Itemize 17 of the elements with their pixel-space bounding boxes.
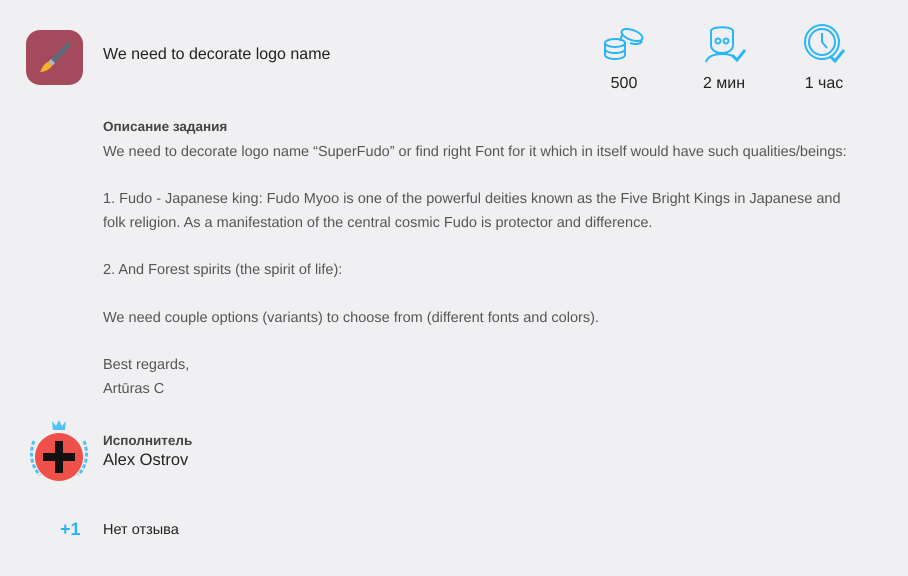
task-title: We need to decorate logo name (103, 46, 332, 64)
description-paragraph: 1. Fudo - Japanese king: Fudo Myoo is one of the powerful deities known as the Five Bright Kings in Japanese and folk religion. As a manifestation of the central cosmic Fudo is protector and difference. (103, 190, 842, 232)
signature-line: Artūras C (103, 380, 166, 398)
description-paragraph: 2. And Forest spirits (the spirit of life): (103, 261, 344, 280)
stat-value: 1 час (804, 75, 844, 93)
paintbrush-icon (26, 30, 83, 85)
description-paragraph: We need couple options (variants) to choose from (different fonts and colors). (103, 308, 600, 328)
performer-label: Исполнитель (103, 433, 192, 448)
section-heading: Описание задания (103, 118, 228, 136)
review-score: +1 (60, 519, 82, 540)
clock-check-icon (802, 23, 846, 63)
review-text: Нет отзыва (103, 522, 179, 538)
signature-line: Best regards, (103, 356, 190, 375)
performer-name: Alex Ostrov (103, 451, 190, 470)
stat-value: 2 мин (702, 75, 746, 93)
stat-value: 500 (610, 75, 638, 93)
description-paragraph: We need to decorate logo name “SuperFudo” or find right Font for it which in itself would have such qualities/beings: (103, 142, 848, 162)
